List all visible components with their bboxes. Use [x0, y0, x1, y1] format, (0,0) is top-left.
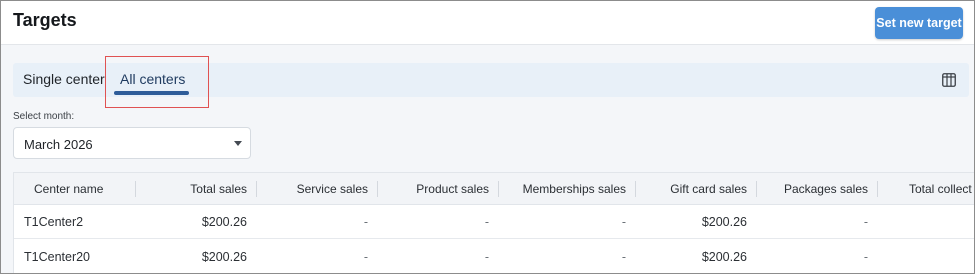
column-divider: [635, 181, 636, 197]
column-divider: [877, 181, 878, 197]
column-header-service-sales[interactable]: Service sales: [297, 182, 368, 196]
column-divider: [756, 181, 757, 197]
cell-total-sales: $200.26: [201, 215, 247, 229]
cell-center-name: T1Center20: [24, 250, 91, 264]
column-divider: [377, 181, 378, 197]
column-header-product-sales[interactable]: Product sales: [416, 182, 489, 196]
column-header-packages-sales[interactable]: Packages sales: [784, 182, 868, 196]
table-header: Center name Total sales Service sales Pr…: [14, 173, 974, 205]
cell-product-sales: -: [484, 250, 489, 264]
cell-gift-card-sales: $200.26: [701, 215, 747, 229]
targets-table: Center name Total sales Service sales Pr…: [13, 172, 974, 273]
page-header: Targets Set new target: [1, 1, 974, 45]
cell-gift-card-sales: $200.26: [701, 250, 747, 264]
cell-center-name: T1Center2: [24, 215, 84, 229]
chevron-down-icon: [234, 141, 242, 146]
column-divider: [256, 181, 257, 197]
cell-memberships-sales: -: [621, 250, 626, 264]
annotation-highlight-box: [105, 56, 209, 108]
column-header-memberships-sales[interactable]: Memberships sales: [523, 182, 626, 196]
cell-service-sales: -: [363, 250, 368, 264]
month-select-value: March 2026: [24, 137, 93, 152]
cell-total-sales: $200.26: [201, 250, 247, 264]
page-title: Targets: [13, 10, 77, 30]
month-select[interactable]: March 2026: [13, 127, 251, 159]
set-new-target-button[interactable]: Set new target: [875, 7, 963, 39]
month-filter-label: Select month:: [13, 111, 75, 122]
column-header-gift-card-sales[interactable]: Gift card sales: [670, 182, 747, 196]
table-row[interactable]: T1Center2 $200.26 - - - $200.26 -: [14, 205, 974, 239]
column-header-total-collected[interactable]: Total collect: [909, 182, 972, 196]
table-row[interactable]: T1Center20 $200.26 - - - $200.26 -: [14, 240, 974, 273]
column-divider: [135, 181, 136, 197]
cell-packages-sales: -: [863, 250, 868, 264]
cell-product-sales: -: [484, 215, 489, 229]
column-header-center-name[interactable]: Center name: [34, 182, 103, 196]
cell-memberships-sales: -: [621, 215, 626, 229]
tab-single-center[interactable]: Single center: [23, 71, 105, 87]
column-header-total-sales[interactable]: Total sales: [190, 182, 247, 196]
cell-packages-sales: -: [863, 215, 868, 229]
cell-service-sales: -: [363, 215, 368, 229]
column-divider: [498, 181, 499, 197]
columns-icon[interactable]: [942, 73, 956, 87]
app-window: Targets Set new target Single center All…: [0, 0, 975, 274]
